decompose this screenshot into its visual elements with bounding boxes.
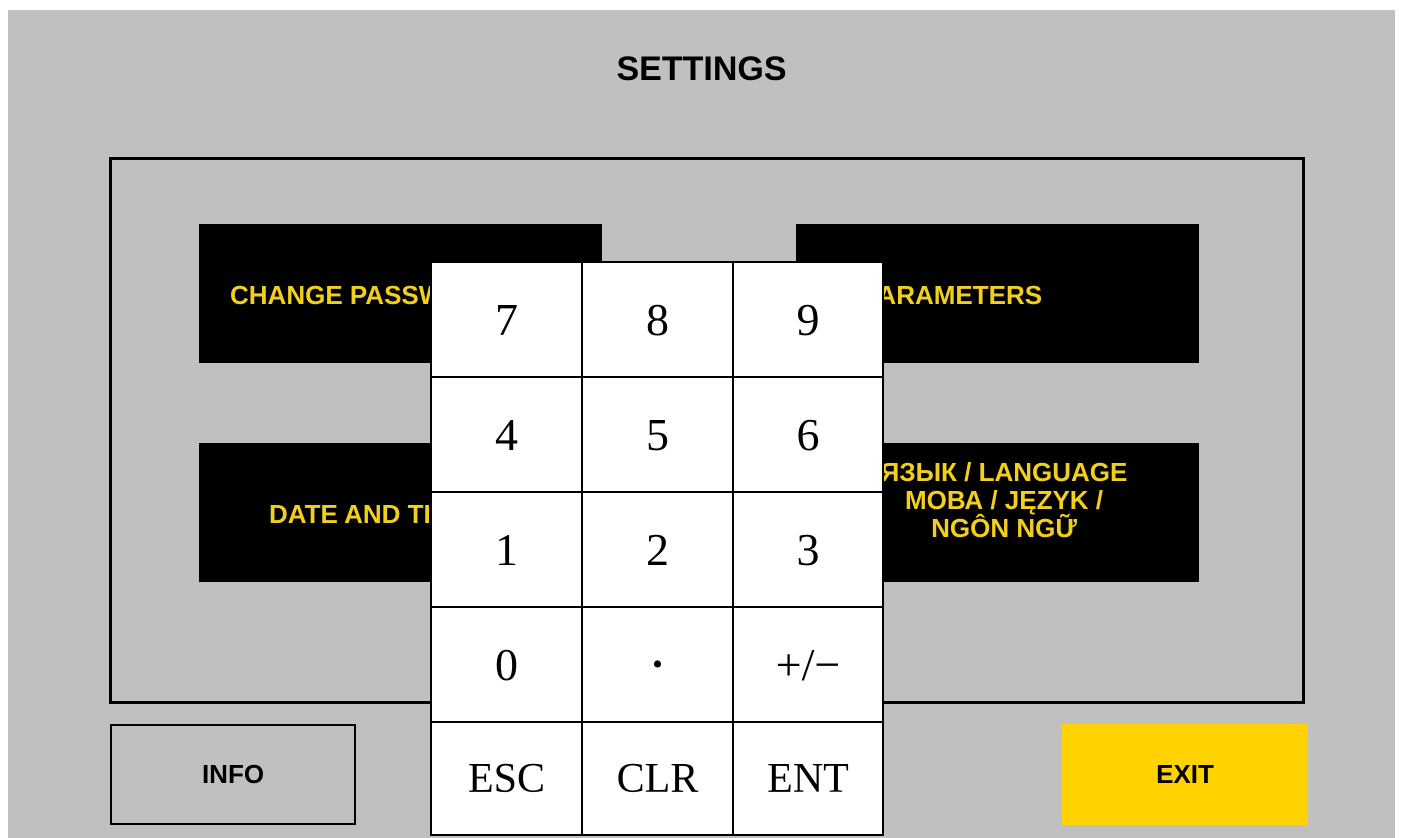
key-0[interactable]: 0 <box>432 608 583 723</box>
key-4[interactable]: 4 <box>432 378 583 493</box>
key-decimal-point[interactable]: • <box>583 608 734 723</box>
key-plus-minus[interactable]: +/− <box>734 608 882 723</box>
key-7[interactable]: 7 <box>432 263 583 378</box>
info-button[interactable]: INFO <box>110 724 356 825</box>
key-ent[interactable]: ENT <box>734 723 882 834</box>
parameters-label: PARAMETERS <box>862 280 1043 310</box>
key-clr[interactable]: CLR <box>583 723 734 834</box>
key-9[interactable]: 9 <box>734 263 882 378</box>
exit-button[interactable]: EXIT <box>1062 724 1308 825</box>
language-label: ЯЗЫК / LANGUAGE МОВА / JĘZYK / NGÔN NGỮ <box>836 458 1172 542</box>
language-label-line: NGÔN NGỮ <box>931 513 1077 543</box>
key-5[interactable]: 5 <box>583 378 734 493</box>
key-8[interactable]: 8 <box>583 263 734 378</box>
info-label: INFO <box>201 759 265 789</box>
key-6[interactable]: 6 <box>734 378 882 493</box>
key-2[interactable]: 2 <box>583 493 734 608</box>
language-label-line: ЯЗЫК / LANGUAGE <box>880 457 1128 487</box>
exit-label: EXIT <box>1156 759 1214 789</box>
key-3[interactable]: 3 <box>734 493 882 608</box>
numeric-keypad: 7 8 9 4 5 6 1 2 3 0 • +/− ESC CLR ENT <box>430 261 884 836</box>
key-1[interactable]: 1 <box>432 493 583 608</box>
language-label-line: МОВА / JĘZYK / <box>904 485 1104 515</box>
key-esc[interactable]: ESC <box>432 723 583 834</box>
page-title: SETTINGS <box>616 50 787 88</box>
